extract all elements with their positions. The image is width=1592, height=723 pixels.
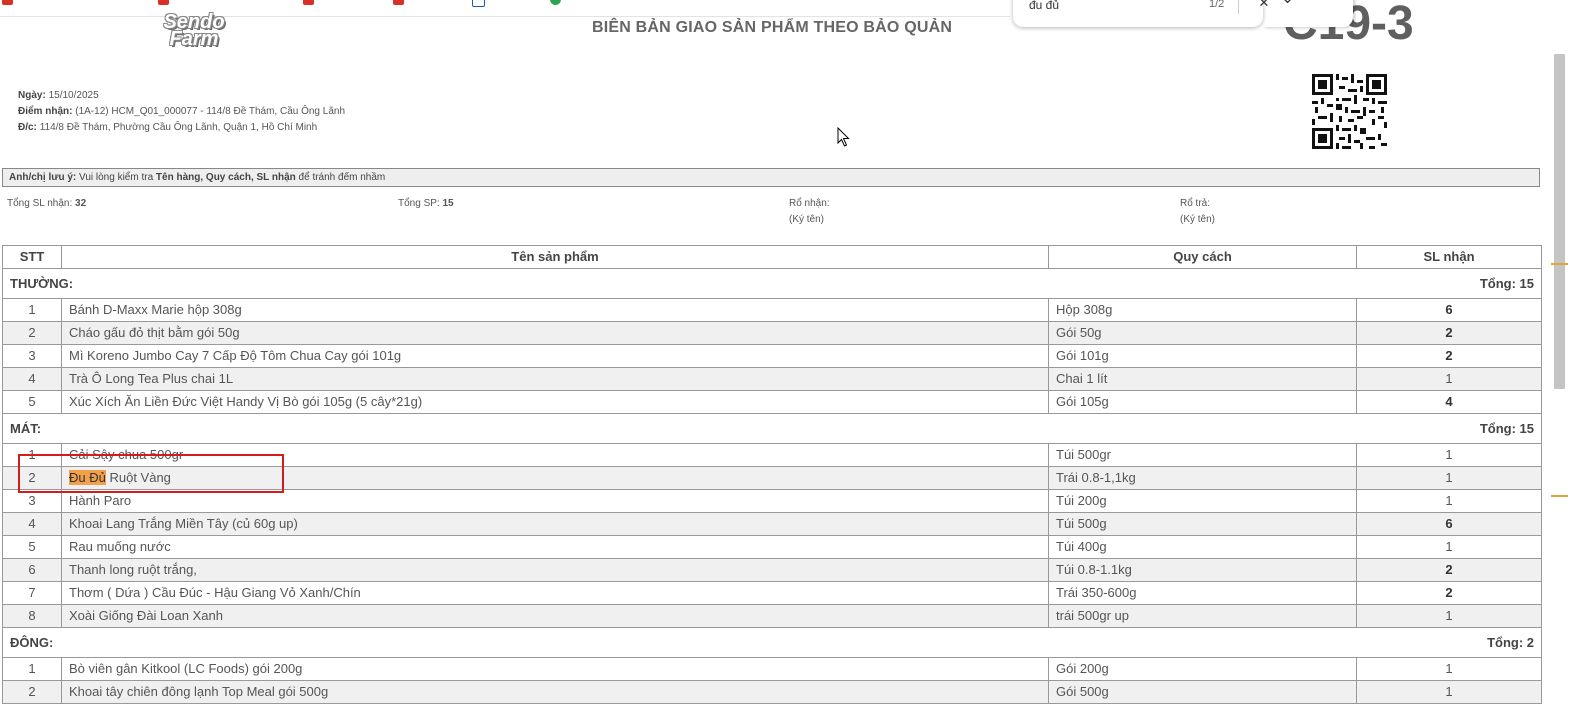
chevron-down-icon[interactable]: ⌄: [1281, 0, 1294, 7]
page-title: BIÊN BẢN GIAO SẢN PHẨM THEO BẢO QUẢN: [592, 19, 953, 36]
table-row: 7 Thơm ( Dứa ) Cầu Đúc - Hậu Giang Vỏ Xan…: [2, 581, 1542, 605]
basket-return: Rổ trả: (Ký tên): [1180, 198, 1216, 225]
table-row: 1 Bò viên gân Kitkool (LC Foods) gói 200g…: [2, 657, 1542, 681]
bookmark-icon[interactable]: [550, 0, 561, 5]
table-row: 6 Thanh long ruột trắng, Túi 0.8-1.1kg 2: [2, 558, 1542, 582]
table-header-row: STT Tên sản phẩm Quy cách SL nhận: [2, 245, 1542, 269]
table-row: 3 Hành Paro Túi 200g 1: [2, 489, 1542, 513]
qr-code: [1312, 74, 1387, 149]
bookmark-icon[interactable]: [158, 0, 169, 5]
mouse-cursor-icon: [837, 127, 850, 147]
find-count: 1/2: [1209, 0, 1225, 10]
receive-value: (1A-12) HCM_Q01_000077 - 114/8 Đề Thám, …: [75, 106, 346, 117]
scrollbar-thumb[interactable]: [1554, 54, 1565, 389]
find-input[interactable]: đu đủ: [1029, 0, 1059, 12]
group-total: Tổng: 15: [1479, 420, 1534, 436]
header-stt: STT: [2, 245, 62, 269]
find-match-marker: [1551, 495, 1568, 497]
header-name: Tên sản phẩm: [61, 245, 1049, 269]
find-bar: đu đủ 1/2 ✕: [1013, 0, 1269, 27]
find-match-marker: [1551, 263, 1568, 265]
group-row-dong: ĐÔNG: Tổng: 2: [2, 627, 1542, 658]
bookmark-icon[interactable]: [2, 0, 13, 5]
group-row-thuong: THƯỜNG: Tổng: 15: [2, 268, 1542, 299]
table-row: 2 Cháo gấu đỏ thịt bằm gói 50g Gói 50g 2: [2, 321, 1542, 345]
table-row: 2 Khoai tây chiên đông lạnh Top Meal gói …: [2, 680, 1542, 704]
total-products: Tổng SP: 15: [398, 198, 454, 209]
search-highlight: Đu Đủ: [69, 470, 106, 485]
group-total: Tổng: 2: [1487, 634, 1534, 650]
find-separator: [1238, 0, 1239, 14]
address-line: Đ/c: 114/8 Đề Thám, Phường Cầu Ông Lãnh,…: [18, 122, 318, 133]
total-products-value: 15: [442, 198, 454, 209]
date-value: 15/10/2025: [48, 90, 99, 101]
bookmark-icon[interactable]: [303, 0, 314, 5]
table-row: 5 Xúc Xích Ăn Liền Đức Việt Handy Vị Bò g…: [2, 390, 1542, 414]
find-bar-controls: ⌃ ⌄: [1263, 0, 1353, 27]
close-icon[interactable]: ✕: [1255, 0, 1273, 12]
group-label: MÁT:: [10, 420, 42, 436]
group-row-mat: MÁT: Tổng: 15: [2, 413, 1542, 444]
logo-text: Sendo Farm: [163, 11, 225, 50]
table-row: 4 Khoai Lang Trắng Miền Tây (củ 60g up) Tú…: [2, 512, 1542, 536]
table-row: 8 Xoài Giống Đài Loan Xanh trái 500gr up 1: [2, 604, 1542, 628]
group-label: THƯỜNG:: [10, 275, 74, 291]
address-value: 114/8 Đề Thám, Phường Cầu Ông Lãnh, Quận…: [39, 122, 318, 133]
basket-receive: Rổ nhận: (Ký tên): [789, 198, 830, 225]
items-table: STT Tên sản phẩm Quy cách SL nhận THƯỜNG…: [2, 245, 1542, 704]
notice-bar: Anh/chị lưu ý: Vui lòng kiểm tra Tên hàn…: [2, 168, 1540, 187]
table-row: 1 Bánh D-Maxx Marie hộp 308g Hộp 308g 6: [2, 298, 1542, 322]
bookmark-icon[interactable]: [472, 0, 485, 7]
header-spec: Quy cách: [1048, 245, 1357, 269]
table-row: 4 Trà Ô Long Tea Plus chai 1L Chai 1 lít 1: [2, 367, 1542, 391]
table-row: 3 Mì Koreno Jumbo Cay 7 Cấp Độ Tôm Chua C…: [2, 344, 1542, 368]
table-row-highlighted: 2 Đu Đủ Ruột Vàng Trái 0.8-1,1kg 1: [2, 466, 1542, 490]
group-label: ĐÔNG:: [10, 634, 54, 650]
group-total: Tổng: 15: [1479, 275, 1534, 291]
bookmark-icon[interactable]: [393, 0, 404, 5]
date-line: Ngày: 15/10/2025: [18, 90, 99, 101]
delivery-meta: Ngày: 15/10/2025 Điểm nhận: (1A-12) HCM_…: [18, 88, 345, 136]
table-row: 5 Rau muống nước Túi 400g 1: [2, 535, 1542, 559]
sendo-farm-logo: Sendo Farm: [160, 11, 228, 54]
bookmarks-bar: [0, 0, 1010, 17]
total-qty-value: 32: [75, 198, 87, 209]
table-row: 1 Cải Sậy chua 500gr Túi 500gr 1: [2, 443, 1542, 467]
header-qty: SL nhận: [1356, 245, 1542, 269]
receive-line: Điểm nhận: (1A-12) HCM_Q01_000077 - 114/…: [18, 106, 346, 117]
total-qty: Tổng SL nhận: 32: [7, 198, 87, 209]
